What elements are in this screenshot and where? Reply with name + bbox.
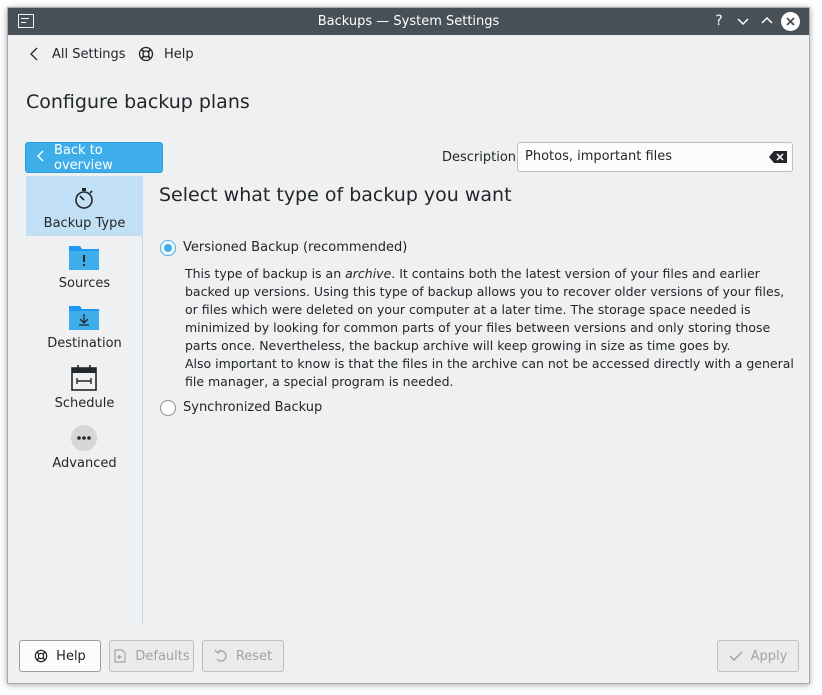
reset-label: Reset xyxy=(235,648,273,664)
reset-button[interactable]: Reset xyxy=(202,640,284,672)
sidebar-item-sources[interactable]: Sources xyxy=(26,236,143,296)
description-text: Also important to know is that the files… xyxy=(185,356,794,389)
back-to-overview-label: Back to overview xyxy=(54,142,113,173)
synchronized-backup-label[interactable]: Synchronized Backup xyxy=(183,400,322,415)
sidebar-item-advanced[interactable]: Advanced xyxy=(26,416,143,476)
apply-button[interactable]: Apply xyxy=(717,640,799,672)
sidebar-item-label: Advanced xyxy=(52,456,117,471)
sidebar-item-label: Destination xyxy=(47,336,122,351)
synchronized-backup-radio[interactable] xyxy=(160,400,176,416)
sidebar: Backup Type Sources Destination Schedule… xyxy=(25,176,143,625)
folder-download-icon xyxy=(69,304,99,332)
title-bar[interactable]: Backups — System Settings ? xyxy=(8,8,809,35)
nav-help-button[interactable]: Help xyxy=(138,46,194,62)
more-icon xyxy=(69,424,99,452)
versioned-backup-label[interactable]: Versioned Backup (recommended) xyxy=(183,240,407,255)
context-help-button[interactable]: ? xyxy=(709,11,729,31)
description-emphasis: archive xyxy=(345,266,392,281)
all-settings-label: All Settings xyxy=(52,46,126,62)
chevron-left-icon xyxy=(26,46,42,62)
defaults-label: Defaults xyxy=(135,648,190,664)
top-navigation: All Settings Help xyxy=(8,35,809,75)
apply-label: Apply xyxy=(750,648,788,664)
all-settings-button[interactable]: All Settings xyxy=(26,46,126,62)
undo-icon xyxy=(214,649,228,663)
description-label: Description: xyxy=(442,150,521,165)
sidebar-item-destination[interactable]: Destination xyxy=(26,296,143,356)
sidebar-item-label: Sources xyxy=(58,276,111,291)
chevron-left-icon xyxy=(36,150,46,166)
stopwatch-icon xyxy=(69,184,99,212)
lifebuoy-icon xyxy=(138,46,154,62)
sidebar-item-backup-type[interactable]: Backup Type xyxy=(26,176,143,236)
nav-help-label: Help xyxy=(164,46,194,62)
clear-text-icon[interactable] xyxy=(769,151,787,163)
versioned-backup-radio[interactable] xyxy=(160,240,176,256)
checkmark-icon xyxy=(729,649,743,663)
description-input[interactable]: Photos, important files xyxy=(517,142,793,172)
maximize-button[interactable] xyxy=(757,11,777,31)
page-title: Configure backup plans xyxy=(26,91,250,113)
footer-help-button[interactable]: Help xyxy=(19,640,101,672)
footer-help-label: Help xyxy=(56,648,86,664)
calendar-icon xyxy=(69,364,99,392)
folder-important-icon xyxy=(69,244,99,272)
versioned-backup-description: This type of backup is an archive. It co… xyxy=(185,265,795,391)
sidebar-item-schedule[interactable]: Schedule xyxy=(26,356,143,416)
settings-window: Backups — System Settings ? All Settings… xyxy=(7,7,810,684)
close-button[interactable] xyxy=(781,12,800,31)
document-revert-icon xyxy=(113,649,127,663)
minimize-button[interactable] xyxy=(733,11,753,31)
defaults-button[interactable]: Defaults xyxy=(109,640,194,672)
content-title: Select what type of backup you want xyxy=(159,184,512,206)
sidebar-item-label: Schedule xyxy=(54,396,115,411)
sidebar-item-label: Backup Type xyxy=(43,216,126,231)
back-to-overview-button[interactable]: Back to overview xyxy=(25,142,163,173)
lifebuoy-icon xyxy=(34,649,48,663)
window-title: Backups — System Settings xyxy=(317,14,500,29)
description-text: This type of backup is an xyxy=(185,266,346,281)
